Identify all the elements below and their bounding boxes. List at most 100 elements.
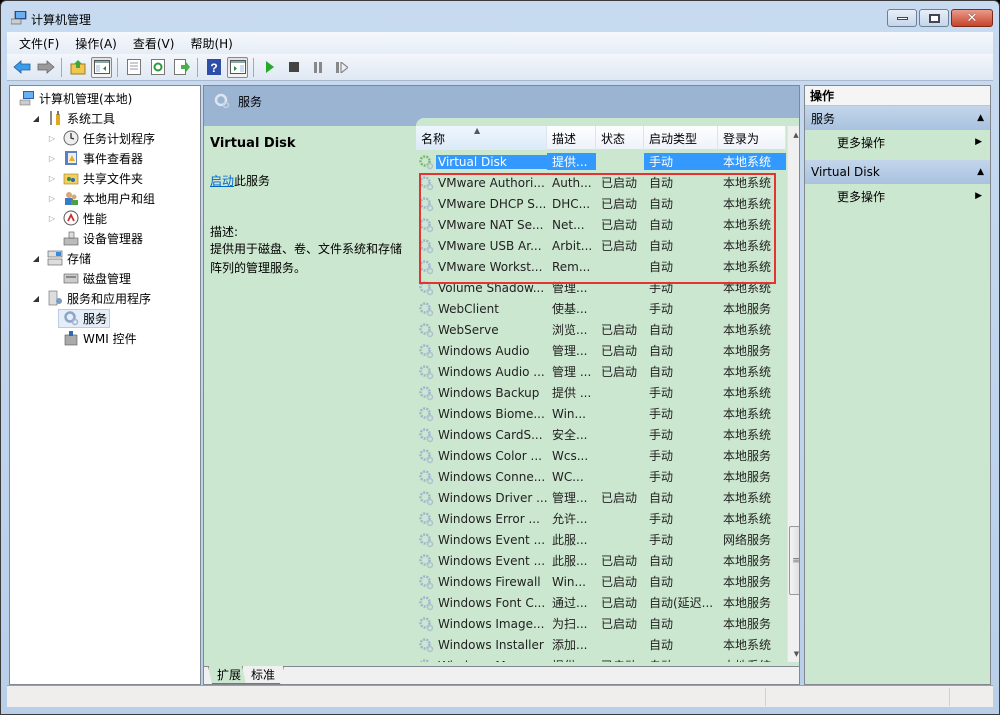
service-startup-type: 自动 [649,575,674,589]
close-button[interactable]: ✕ [951,9,993,27]
service-row[interactable]: Windows Firewall Win... 已启动 自动 本地服务 [416,571,786,592]
service-row[interactable]: VMware USB Ar... Arbit... 已启动 自动 本地系统 [416,235,786,256]
service-gear-icon [419,259,434,274]
device-manager-icon [63,231,79,246]
vertical-scrollbar[interactable]: ▲ ≡ ▼ [787,126,799,662]
scroll-up-arrow-icon[interactable]: ▲ [788,126,799,143]
service-row[interactable]: Windows Color ... Wcs... 手动 本地服务 [416,445,786,466]
service-row[interactable]: VMware Workst... Rem... 自动 本地系统 [416,256,786,277]
menu-action[interactable]: 操作(A) [67,35,125,52]
action-more-actions-virtual-disk[interactable]: 更多操作 ▶ [805,184,990,208]
resume-service-button[interactable] [331,57,352,78]
service-row[interactable]: Windows Driver ... 管理... 已启动 自动 本地系统 [416,487,786,508]
service-row[interactable]: Windows Biome... Win... 手动 本地系统 [416,403,786,424]
show-hide-action-pane-button[interactable] [227,56,248,78]
tree-item[interactable]: ▷ 事件查看器 [46,148,146,168]
window-title: 计算机管理 [31,13,92,27]
tree-item[interactable]: WMI 控件 [46,328,140,348]
service-row[interactable]: VMware DHCP S... DHC... 已启动 自动 本地系统 [416,193,786,214]
column-header-log-on-as[interactable]: 登录为 [718,126,786,150]
collapsed-arrow-icon[interactable]: ▷ [46,194,58,203]
tree-item[interactable]: 计算机管理(本地) [14,88,135,108]
up-icon [70,60,85,75]
title-bar[interactable]: 计算机管理 ✕ [1,1,999,31]
menu-file[interactable]: 文件(F) [11,35,67,52]
service-gear-icon [419,532,434,547]
properties-icon [126,59,141,75]
minimize-button[interactable] [887,9,917,27]
service-row[interactable]: Windows Mana...提供...已启动自动本地系统 [416,655,786,662]
tree-item[interactable]: ◢ 服务和应用程序 [30,288,154,308]
service-row[interactable]: WebClient 使基... 手动 本地服务 [416,298,786,319]
menu-help[interactable]: 帮助(H) [182,35,240,52]
service-row[interactable]: Windows CardS... 安全... 手动 本地系统 [416,424,786,445]
column-header-name[interactable]: 名称 ▲ [416,126,547,150]
stop-service-button[interactable] [283,57,304,78]
service-description: 为扫... [552,617,588,631]
expanded-arrow-icon[interactable]: ◢ [30,114,42,123]
collapsed-arrow-icon[interactable]: ▷ [46,134,58,143]
tree-item[interactable]: 磁盘管理 [46,268,134,288]
service-row[interactable]: VMware NAT Se... Net... 已启动 自动 本地系统 [416,214,786,235]
pause-service-button[interactable] [307,57,328,78]
service-row[interactable]: WebServe 浏览... 已启动 自动 本地系统 [416,319,786,340]
maximize-button[interactable] [919,9,949,27]
tree-item[interactable]: ▷ 本地用户和组 [46,188,158,208]
service-row[interactable]: Windows Backup 提供 ... 手动 本地系统 [416,382,786,403]
actions-pane: 操作 服务 ▲ 更多操作 ▶ Virtual Disk ▲ 更多操作 ▶ [804,85,991,685]
refresh-button[interactable] [147,57,168,78]
service-row[interactable]: Windows Conne... WC... 手动 本地服务 [416,466,786,487]
tab-standard[interactable]: 标准 [242,666,284,684]
back-button[interactable] [11,57,32,78]
service-row[interactable]: Volume Shadow... 管理... 手动 本地系统 [416,277,786,298]
up-button[interactable] [67,57,88,78]
tree-item-label: 事件查看器 [83,151,144,166]
start-service-link[interactable]: 启动 [210,174,234,188]
action-more-actions-services[interactable]: 更多操作 ▶ [805,130,990,154]
start-service-button[interactable] [259,57,280,78]
service-gear-icon [419,448,434,463]
tree-item[interactable]: ▷ 性能 [46,208,110,228]
expanded-arrow-icon[interactable]: ◢ [30,254,42,263]
tree-item[interactable]: ◢ 存储 [30,248,94,268]
tree-item[interactable]: 服务 [46,308,111,328]
tree-item[interactable]: ▷ 任务计划程序 [46,128,158,148]
properties-button[interactable] [123,57,144,78]
service-row[interactable]: Windows Event ... 此服... 手动 网络服务 [416,529,786,550]
scroll-down-arrow-icon[interactable]: ▼ [788,645,799,662]
tree-item-label: 设备管理器 [83,231,144,246]
service-description: WC... [552,469,584,484]
tree-item[interactable]: ◢ 系统工具 [30,108,118,128]
help-button[interactable]: ? [203,57,224,78]
column-header-status[interactable]: 状态 [596,126,644,150]
action-group-services[interactable]: 服务 ▲ [805,106,990,130]
tree-item[interactable]: ▷ 共享文件夹 [46,168,146,188]
service-row[interactable]: Windows Installer 添加... 自动 本地系统 [416,634,786,655]
tree-item[interactable]: 设备管理器 [46,228,146,248]
scrollbar-thumb[interactable]: ≡ [789,526,799,595]
service-status: 已启动 [601,218,638,232]
service-row[interactable]: Windows Audio ... 管理 ... 已启动 自动 本地系统 [416,361,786,382]
service-row[interactable]: Windows Event ... 此服... 已启动 自动 本地服务 [416,550,786,571]
resume-icon [335,61,348,73]
expanded-arrow-icon[interactable]: ◢ [30,294,42,303]
collapsed-arrow-icon[interactable]: ▷ [46,154,58,163]
service-log-on-as: 本地系统 [723,386,772,400]
service-row[interactable]: VMware Authori... Auth... 已启动 自动 本地系统 [416,172,786,193]
service-row[interactable]: Windows Image... 为扫... 已启动 自动 本地服务 [416,613,786,634]
collapsed-arrow-icon[interactable]: ▷ [46,214,58,223]
column-header-description[interactable]: 描述 [547,126,596,150]
service-row[interactable]: Windows Error ... 允许... 手动 本地系统 [416,508,786,529]
service-row[interactable]: Windows Audio 管理... 已启动 自动 本地服务 [416,340,786,361]
collapsed-arrow-icon[interactable]: ▷ [46,174,58,183]
show-hide-tree-button[interactable] [91,56,112,78]
action-group-virtual-disk[interactable]: Virtual Disk ▲ [805,160,990,184]
service-name: Volume Shadow... [438,280,545,295]
forward-button[interactable] [35,57,56,78]
menu-view[interactable]: 查看(V) [125,35,183,52]
service-row[interactable]: Virtual Disk 提供... 手动 本地系统 [416,151,786,172]
service-row[interactable]: Windows Font C... 通过... 已启动 自动(延迟... 本地服务 [416,592,786,613]
column-header-startup-type[interactable]: 启动类型 [644,126,718,150]
service-gear-icon [419,406,434,421]
export-button[interactable] [171,57,192,78]
